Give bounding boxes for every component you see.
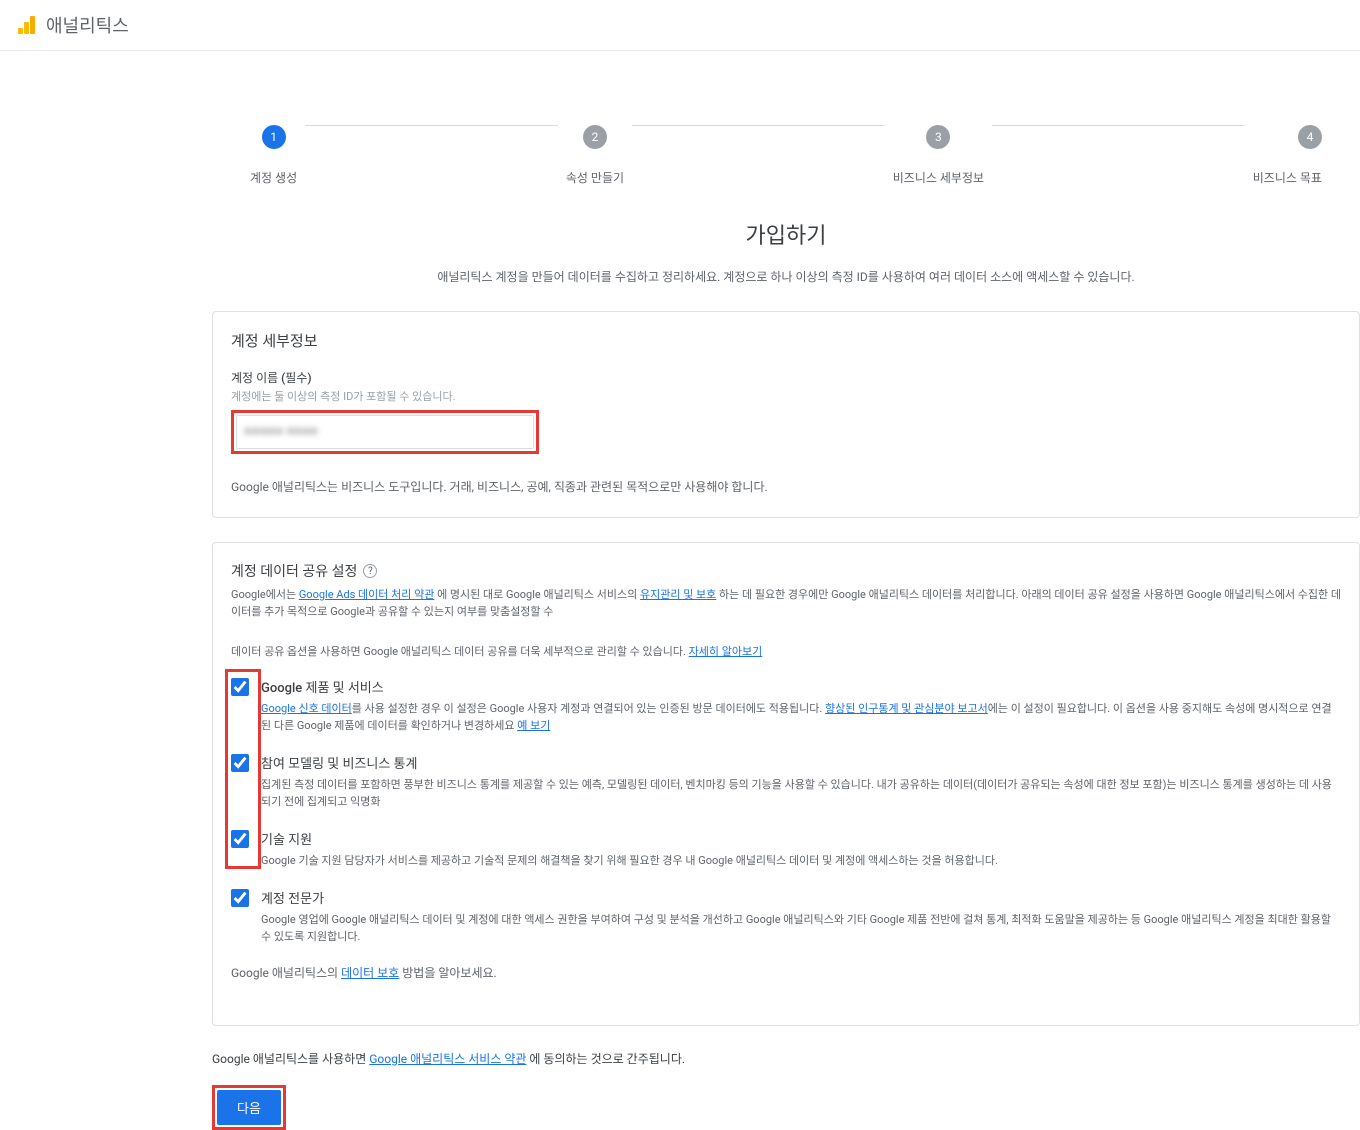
chk-row-specialist: 계정 전문가 Google 영업에 Google 애널리틱스 데이터 및 계정에…: [231, 888, 1341, 946]
acc-name-hint: 계정에는 둘 이상의 측정 ID가 포함될 수 있습니다.: [231, 388, 1341, 404]
tos-link[interactable]: Google 애널리틱스 서비스 약관: [369, 1052, 526, 1066]
step-circle-4: 4: [1298, 125, 1322, 149]
chk-modeling[interactable]: [231, 754, 249, 772]
app-header: 애널리틱스: [0, 0, 1360, 51]
sharing-fineprint-2: 데이터 공유 옵션을 사용하면 Google 애널리틱스 데이터 공유를 더욱 …: [231, 644, 1341, 661]
step-account[interactable]: 1 계정 생성: [242, 115, 305, 186]
chk-tech-support[interactable]: [231, 830, 249, 848]
app-title: 애널리틱스: [46, 12, 129, 38]
agree-text: Google 애널리틱스를 사용하면 Google 애널리틱스 서비스 약관 에…: [212, 1050, 1360, 1067]
chk-row-modeling: 참여 모델링 및 비즈니스 통계 집계된 측정 데이터를 포함하면 풍부한 비즈…: [231, 753, 1341, 811]
sharing-card: 계정 데이터 공유 설정 ? Google에서는 Google Ads 데이터 …: [212, 542, 1360, 1026]
step-business-goal: 4 비즈니스 목표: [1245, 115, 1330, 186]
account-detail-card: 계정 세부정보 계정 이름 (필수) 계정에는 둘 이상의 측정 ID가 포함될…: [212, 311, 1360, 518]
hero: 가입하기 애널리틱스 계정을 만들어 데이터를 수집하고 정리하세요. 계정으로…: [356, 218, 1216, 287]
hero-desc: 애널리틱스 계정을 만들어 데이터를 수집하고 정리하세요. 계정으로 하나 이…: [356, 268, 1216, 287]
ads-terms-link[interactable]: Google Ads 데이터 처리 약관: [299, 588, 435, 601]
example-view-link[interactable]: 예 보기: [517, 719, 550, 732]
data-protection-link[interactable]: 데이터 보호: [341, 966, 399, 980]
hero-title: 가입하기: [356, 218, 1216, 250]
highlight-account-input: ■■■■■ ■■■■: [231, 410, 539, 454]
sharing-fineprint-1: Google에서는 Google Ads 데이터 처리 약관 에 명시된 대로 …: [231, 587, 1341, 620]
sharing-title: 계정 데이터 공유 설정 ?: [231, 561, 1341, 581]
step-circle-3: 3: [926, 125, 950, 149]
chk-row-support: 기술 지원 Google 기술 지원 담당자가 서비스를 제공하고 기술적 문제…: [231, 829, 1341, 870]
step-circle-2: 2: [583, 125, 607, 149]
data-protection-info: Google 애널리틱스의 데이터 보호 방법을 알아보세요.: [231, 964, 1341, 981]
help-icon[interactable]: ?: [363, 564, 377, 578]
next-button[interactable]: 다음: [217, 1090, 281, 1125]
stepper: 1 계정 생성 2 속성 만들기 3 비즈니스 세부정보 4 비즈니스 목표: [242, 103, 1330, 192]
learn-more-link[interactable]: 자세히 알아보기: [689, 645, 763, 658]
demo-report-link[interactable]: 향상된 인구통계 및 관심분야 보고서: [825, 702, 988, 715]
signal-data-link[interactable]: Google 신호 데이터: [261, 702, 352, 715]
analytics-logo-icon: [18, 16, 36, 34]
chk-account-specialist[interactable]: [231, 889, 249, 907]
maintain-link[interactable]: 유지관리 및 보호: [640, 588, 716, 601]
chk-row-products: Google 제품 및 서비스 Google 신호 데이터를 사용 설정한 경우…: [231, 677, 1341, 735]
step-circle-1: 1: [262, 125, 286, 149]
chk-google-products[interactable]: [231, 678, 249, 696]
highlight-next-button: 다음: [212, 1085, 286, 1130]
card-title: 계정 세부정보: [231, 330, 1341, 351]
step-business-detail: 3 비즈니스 세부정보: [885, 115, 992, 186]
step-property: 2 속성 만들기: [558, 115, 632, 186]
business-note: Google 애널리틱스는 비즈니스 도구입니다. 거래, 비즈니스, 공예, …: [231, 478, 1341, 495]
acc-name-label: 계정 이름 (필수): [231, 369, 1341, 386]
